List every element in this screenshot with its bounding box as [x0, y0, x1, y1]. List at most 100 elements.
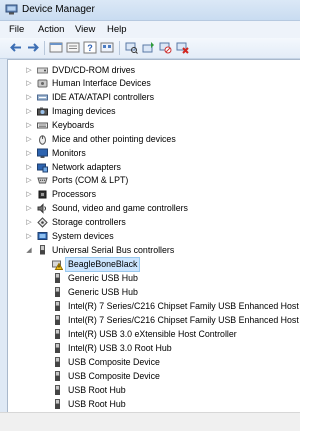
tree-item-generic-usb-hub[interactable]: Generic USB Hub [8, 286, 300, 299]
tree-item-label: IDE ATA/ATAPI controllers [52, 92, 155, 102]
tree-item-ide-ata-atapi-controllers[interactable]: ▷ IDE ATA/ATAPI controllers [8, 91, 300, 104]
expand-arrow-icon[interactable]: ▷ [25, 174, 33, 187]
usb-device-icon [55, 301, 60, 311]
tree-item-processors[interactable]: ▷ Processors [8, 188, 300, 201]
tree-item-network-adapters[interactable]: ▷ Network adapters [8, 161, 300, 174]
system-device-icon [37, 232, 48, 240]
keyboard-icon [37, 122, 48, 129]
svg-text:?: ? [87, 43, 93, 53]
collapse-arrow-icon[interactable]: ◢ [25, 244, 33, 257]
title-bar[interactable]: Device Manager [0, 0, 300, 21]
menu-help[interactable]: Help [107, 24, 127, 35]
sound-icon [37, 203, 46, 214]
tree-item-usb-composite-device[interactable]: USB Composite Device [8, 370, 300, 383]
expand-arrow-icon[interactable]: ▷ [25, 230, 33, 243]
usb-device-icon [55, 357, 60, 367]
expand-arrow-icon[interactable]: ▷ [25, 133, 33, 146]
tree-item-monitors[interactable]: ▷ Monitors [8, 147, 300, 160]
usb-device-icon [55, 287, 60, 297]
dvd-drive-icon [37, 67, 48, 74]
menu-action[interactable]: Action [38, 24, 64, 35]
device-manager-window: Device Manager File Action View Help ? ▷… [0, 0, 300, 431]
tree-item-keyboards[interactable]: ▷ Keyboards [8, 119, 300, 132]
expand-arrow-icon[interactable]: ▷ [25, 202, 33, 215]
usb-device-icon [55, 343, 60, 353]
tree-item-intel-enhanced-host-controller[interactable]: Intel(R) 7 Series/C216 Chipset Family US… [8, 300, 300, 313]
tree-item-label: Mice and other pointing devices [52, 134, 176, 144]
tree-item-label: Processors [52, 189, 96, 199]
port-icon [37, 177, 48, 184]
tree-item-label: Storage controllers [52, 217, 126, 227]
tree-item-label: Intel(R) USB 3.0 eXtensible Host Control… [68, 329, 237, 339]
expand-arrow-icon[interactable]: ▷ [25, 161, 33, 174]
tree-item-intel-usb3-root-hub[interactable]: Intel(R) USB 3.0 Root Hub [8, 342, 300, 355]
expand-arrow-icon[interactable]: ▷ [25, 188, 33, 201]
tree-item-label: USB Root Hub [68, 385, 126, 395]
expand-arrow-icon[interactable]: ▷ [25, 119, 33, 132]
processor-icon [38, 190, 47, 199]
tree-item-label: Network adapters [52, 162, 121, 172]
tree-item-system-devices[interactable]: ▷ System devices [8, 230, 300, 243]
monitor-icon [37, 148, 48, 158]
camera-icon [37, 107, 48, 116]
toolbar-separator [119, 41, 120, 55]
device-view-icon[interactable] [100, 41, 114, 54]
tree-item-label: Intel(R) 7 Series/C216 Chipset Family US… [68, 301, 300, 311]
device-list-icon[interactable] [66, 41, 80, 54]
tree-item-label: Intel(R) USB 3.0 Root Hub [68, 343, 172, 353]
tree-item-label: Imaging devices [52, 106, 116, 116]
usb-device-icon [55, 315, 60, 325]
tree-item-usb-root-hub[interactable]: USB Root Hub [8, 398, 300, 411]
toolbar: ? [0, 38, 300, 59]
tree-item-dvd-cd-rom-drives[interactable]: ▷ DVD/CD-ROM drives [8, 64, 300, 77]
scan-hardware-icon[interactable] [124, 41, 138, 54]
tree-item-ports-com-lpt[interactable]: ▷ Ports (COM & LPT) [8, 174, 300, 187]
uninstall-device-icon[interactable] [175, 41, 189, 54]
tree-item-sound-video-and-game-controllers[interactable]: ▷ Sound, video and game controllers [8, 202, 300, 215]
help-icon[interactable]: ? [83, 41, 97, 54]
device-tree[interactable]: ▷ DVD/CD-ROM drives ▷ Human Interface De… [7, 59, 300, 412]
tree-item-usb-root-hub[interactable]: USB Root Hub [8, 384, 300, 397]
tree-item-label: Intel(R) 7 Series/C216 Chipset Family US… [68, 315, 300, 325]
hid-icon [37, 79, 48, 88]
menu-view[interactable]: View [75, 24, 95, 35]
expand-arrow-icon[interactable]: ▷ [25, 105, 33, 118]
tree-item-storage-controllers[interactable]: ▷ Storage controllers [8, 216, 300, 229]
tree-item-label: Generic USB Hub [68, 287, 138, 297]
status-bar [0, 412, 300, 431]
usb-device-icon [55, 371, 60, 381]
menu-file[interactable]: File [9, 24, 24, 35]
tree-item-imaging-devices[interactable]: ▷ Imaging devices [8, 105, 300, 118]
expand-arrow-icon[interactable]: ▷ [25, 77, 33, 90]
expand-arrow-icon[interactable]: ▷ [25, 64, 33, 77]
expand-arrow-icon[interactable]: ▷ [25, 216, 33, 229]
usb-controller-icon [40, 245, 45, 255]
tree-item-beagleboneblack[interactable]: BeagleBoneBlack [8, 257, 300, 272]
tree-item-usb-composite-device[interactable]: USB Composite Device [8, 356, 300, 369]
tree-item-label: DVD/CD-ROM drives [52, 65, 136, 75]
properties-icon[interactable] [49, 41, 63, 54]
usb-device-icon [55, 273, 60, 283]
tree-item-label: Monitors [52, 148, 86, 158]
usb-device-icon [55, 399, 60, 409]
tree-item-label: USB Composite Device [68, 357, 160, 367]
expand-arrow-icon[interactable]: ▷ [25, 147, 33, 160]
window-title: Device Manager [22, 4, 95, 15]
tree-item-label: Keyboards [52, 120, 95, 130]
tree-item-generic-usb-hub[interactable]: Generic USB Hub [8, 272, 300, 285]
tree-item-intel-enhanced-host-controller[interactable]: Intel(R) 7 Series/C216 Chipset Family US… [8, 314, 300, 327]
tree-item-label: Sound, video and game controllers [52, 203, 188, 213]
expand-arrow-icon[interactable]: ▷ [25, 91, 33, 104]
tree-item-label: Universal Serial Bus controllers [52, 245, 175, 255]
back-arrow-icon[interactable] [9, 41, 23, 54]
disable-device-icon[interactable] [158, 41, 172, 54]
network-adapter-icon [37, 163, 48, 173]
tree-item-intel-usb3-host-controller[interactable]: Intel(R) USB 3.0 eXtensible Host Control… [8, 328, 300, 341]
tree-item-label: USB Root Hub [68, 399, 126, 409]
tree-item-human-interface-devices[interactable]: ▷ Human Interface Devices [8, 77, 300, 90]
tree-item-universal-serial-bus-controllers[interactable]: ◢ Universal Serial Bus controllers [8, 244, 300, 257]
forward-arrow-icon[interactable] [26, 41, 40, 54]
storage-icon [37, 217, 48, 228]
update-driver-icon[interactable] [141, 41, 155, 54]
tree-item-mice-and-other-pointing-devices[interactable]: ▷ Mice and other pointing devices [8, 133, 300, 146]
